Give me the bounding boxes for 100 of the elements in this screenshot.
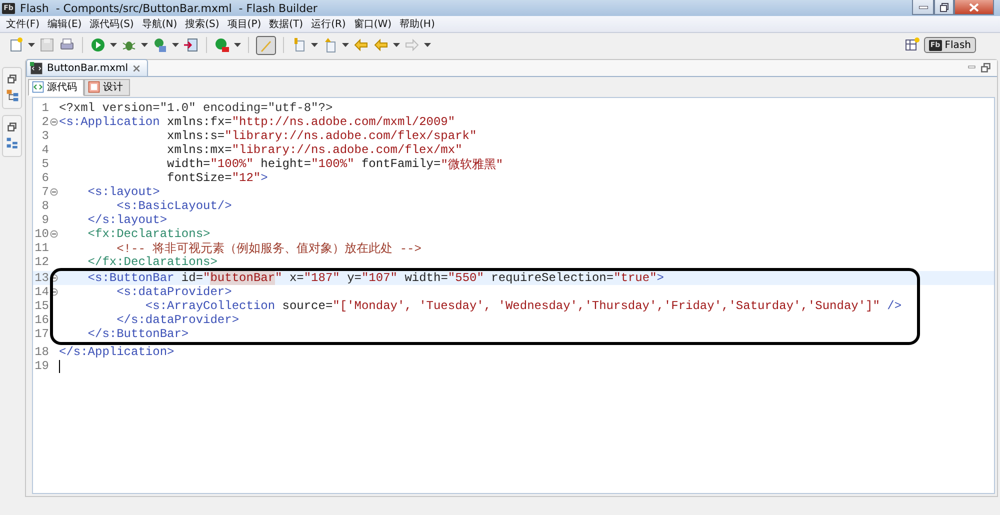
code-text: <s:BasicLayout/> (116, 199, 232, 213)
window-title: Flash - Componts/src/ButtonBar.mxml - Flash Builder (20, 2, 318, 14)
line-number: 7 (40, 185, 49, 199)
menu-item[interactable]: 项目(P) (223, 17, 266, 31)
code-text: "12" (232, 171, 261, 185)
line-number: 19 (34, 359, 49, 373)
code-text: "true" (614, 271, 657, 285)
line-number: 15 (34, 299, 49, 313)
code-text: y= (346, 271, 362, 285)
hierarchy-icon[interactable] (6, 89, 18, 102)
menu-item[interactable]: 导航(N) (138, 17, 182, 31)
code-text: "['Monday', 'Tuesday', 'Wednesday','Thursday','Friday','Saturday','Sunday']" (332, 299, 880, 313)
design-icon[interactable] (88, 81, 100, 93)
code-text: <s:layout> (86, 185, 160, 199)
minimize-button[interactable] (912, 0, 934, 15)
code-text: > (656, 271, 664, 285)
code-text: "107" (361, 271, 398, 285)
line-number: 3 (40, 129, 49, 143)
dropdown-caret-icon[interactable] (234, 43, 241, 47)
menu-item[interactable]: 文件(F) (2, 17, 44, 31)
line-number: 16 (34, 313, 49, 327)
menu-item[interactable]: 运行(R) (307, 17, 350, 31)
menu-item[interactable]: 搜索(S) (181, 17, 224, 31)
code-text: requireSelection= (490, 271, 614, 285)
code-text: "100%" (311, 157, 354, 171)
code-text: fontSize= (166, 171, 232, 185)
dropdown-caret-icon[interactable] (28, 43, 35, 47)
text-cursor (59, 360, 60, 372)
export-icon[interactable] (183, 37, 199, 53)
code-text: "187" (304, 271, 340, 285)
restore-view-icon[interactable] (7, 74, 17, 84)
line-number: 9 (40, 213, 49, 227)
code-text: xmlns:s= (166, 129, 225, 143)
dropdown-caret-icon[interactable] (110, 43, 117, 47)
close-icon[interactable] (132, 64, 142, 72)
menu-item[interactable]: 数据(T) (265, 17, 308, 31)
line-number: 2 (40, 115, 49, 129)
dropdown-caret-icon[interactable] (311, 43, 318, 47)
run-with-stop-icon[interactable] (214, 37, 230, 53)
dropdown-caret-icon[interactable] (342, 43, 349, 47)
code-text: <s:Application (59, 115, 160, 129)
close-button[interactable] (954, 0, 994, 15)
code-text: xmlns:fx= (166, 115, 232, 129)
code-text: /> (886, 299, 902, 313)
menu-item[interactable]: 窗口(W) (350, 17, 396, 31)
dropdown-caret-icon[interactable] (393, 43, 400, 47)
dropdown-caret-icon[interactable] (172, 43, 179, 47)
code-text: </s:dataProvider> (116, 313, 240, 327)
mode-tab[interactable]: 源代码 (28, 78, 84, 96)
code-text: <s:ArrayCollection (144, 299, 276, 313)
menu-item[interactable]: 帮助(H) (396, 17, 439, 31)
code-text: id= (180, 271, 204, 285)
line-number: 4 (40, 143, 49, 157)
code-text: <!-- 将非可视元素（例如服务、值对象）放在此处 --> (116, 240, 422, 256)
brush-toggle-icon[interactable] (256, 36, 276, 54)
close-icon (969, 2, 979, 12)
code-text: > (260, 171, 268, 185)
code-text: x= (288, 271, 304, 285)
code-text: "100%" (210, 157, 254, 171)
highlighted-code-text: buttonBar (210, 271, 276, 285)
restore-button[interactable] (934, 0, 954, 15)
code-text: "library://ns.adobe.com/flex/spark" (224, 129, 477, 143)
code-text: width= (404, 271, 448, 285)
code-text: "library://ns.adobe.com/flex/mx" (232, 143, 462, 157)
outline-icon[interactable] (6, 137, 18, 150)
restore-view-icon[interactable] (7, 122, 17, 132)
code-text: width= (166, 157, 210, 171)
code-text: <fx:Declarations> (86, 227, 210, 241)
code-text: </s:Application> (59, 345, 174, 359)
line-number: 12 (34, 255, 49, 269)
code-text: "微软雅黑" (440, 156, 504, 172)
code-text: "http://ns.adobe.com/mxml/2009" (232, 115, 456, 129)
code-text: <s:ButtonBar (86, 271, 174, 285)
line-number: 17 (34, 327, 49, 341)
mode-tab[interactable]: 设计 (84, 78, 130, 96)
dropdown-caret-icon[interactable] (424, 43, 431, 47)
line-number: 13 (34, 271, 49, 285)
code-text: source= (281, 299, 333, 313)
code-text: xmlns:mx= (166, 143, 232, 157)
new-file-icon[interactable] (8, 37, 24, 53)
code-text: " (275, 271, 282, 285)
maximize-icon[interactable] (981, 63, 991, 73)
line-number: 14 (34, 285, 49, 299)
code-text: " (203, 271, 210, 285)
menu-item[interactable]: 编辑(E) (44, 17, 86, 31)
menu-item[interactable]: 源代码(S) (86, 17, 138, 31)
dropdown-caret-icon[interactable] (141, 43, 148, 47)
code-text: "550" (448, 271, 484, 285)
minimize-icon (918, 6, 928, 8)
line-number: 6 (40, 171, 49, 185)
editor-tab[interactable]: ButtonBar.mxml (26, 59, 148, 76)
file-code-icon[interactable] (30, 62, 43, 74)
code-icon[interactable] (32, 81, 44, 93)
code-text: fontFamily= (360, 157, 441, 171)
line-number: 18 (34, 345, 49, 359)
line-number: 8 (40, 199, 49, 213)
code-text: height= (260, 157, 312, 171)
fold-minus-icon[interactable] (50, 274, 58, 282)
restore-icon (940, 2, 948, 12)
open-perspective-icon[interactable] (904, 37, 920, 53)
